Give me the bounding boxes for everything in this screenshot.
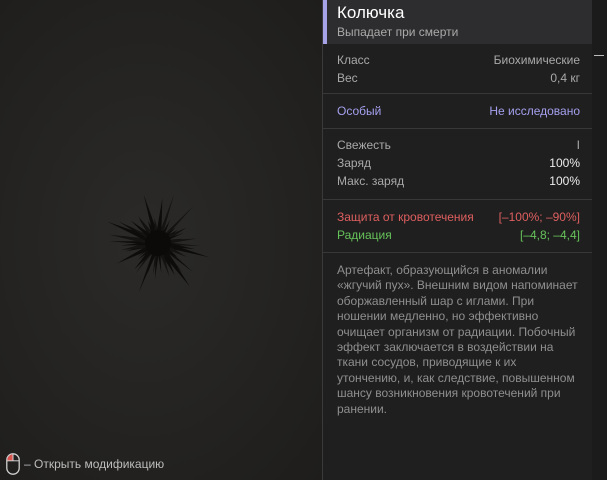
hint-text: – Открыть модификацию bbox=[24, 457, 165, 471]
stat-row-weight: Вес 0,4 кг bbox=[337, 69, 580, 87]
effect-key: Радиация bbox=[337, 228, 392, 242]
stat-row-charge: Заряд 100% bbox=[337, 154, 580, 172]
special-value: Не исследовано bbox=[489, 104, 580, 118]
special-section: Особый Не исследовано bbox=[323, 94, 593, 129]
open-modification-hint: – Открыть модификацию bbox=[6, 451, 164, 477]
item-subtitle: Выпадает при смерти bbox=[337, 25, 459, 39]
stat-row-freshness: Свежесть I bbox=[337, 136, 580, 154]
effects-section: Защита от кровотечения [–100%; –90%] Рад… bbox=[323, 200, 593, 253]
status-section: Свежесть I Заряд 100% Макс. заряд 100% bbox=[323, 129, 593, 200]
side-strip bbox=[592, 0, 607, 480]
edge-tick bbox=[594, 55, 604, 56]
stat-row-max-charge: Макс. заряд 100% bbox=[337, 172, 580, 190]
stat-value: Биохимические bbox=[493, 53, 580, 67]
mouse-icon bbox=[6, 453, 20, 475]
item-description: Артефакт, образующийся в аномалии «жгучи… bbox=[337, 263, 578, 416]
basic-stats: Класс Биохимические Вес 0,4 кг bbox=[323, 44, 593, 94]
stat-value: 0,4 кг bbox=[550, 71, 580, 85]
stat-row-class: Класс Биохимические bbox=[337, 51, 580, 69]
stat-key: Вес bbox=[337, 71, 358, 85]
effect-row-radiation: Радиация [–4,8; –4,4] bbox=[337, 226, 580, 244]
stat-value: 100% bbox=[549, 156, 580, 170]
effect-value: [–4,8; –4,4] bbox=[519, 228, 580, 242]
item-title: Колючка bbox=[337, 3, 405, 22]
thorn-core bbox=[145, 230, 171, 256]
stat-value: 100% bbox=[549, 174, 580, 188]
stat-key: Свежесть bbox=[337, 138, 391, 152]
stat-key: Макс. заряд bbox=[337, 174, 405, 188]
special-key: Особый bbox=[337, 104, 382, 118]
thorn-artifact-image bbox=[107, 194, 210, 293]
stat-key: Заряд bbox=[337, 156, 371, 170]
stat-row-special: Особый Не исследовано bbox=[337, 102, 580, 120]
item-info-panel: Колючка Выпадает при смерти Класс Биохим… bbox=[322, 0, 593, 480]
artifact-preview[interactable]: – Открыть модификацию bbox=[0, 0, 322, 480]
stat-value: I bbox=[576, 138, 580, 152]
effect-key: Защита от кровотечения bbox=[337, 210, 474, 224]
effect-row-bleeding: Защита от кровотечения [–100%; –90%] bbox=[337, 208, 580, 226]
stat-key: Класс bbox=[337, 53, 370, 67]
effect-value: [–100%; –90%] bbox=[498, 210, 580, 224]
item-header: Колючка Выпадает при смерти bbox=[323, 0, 593, 44]
